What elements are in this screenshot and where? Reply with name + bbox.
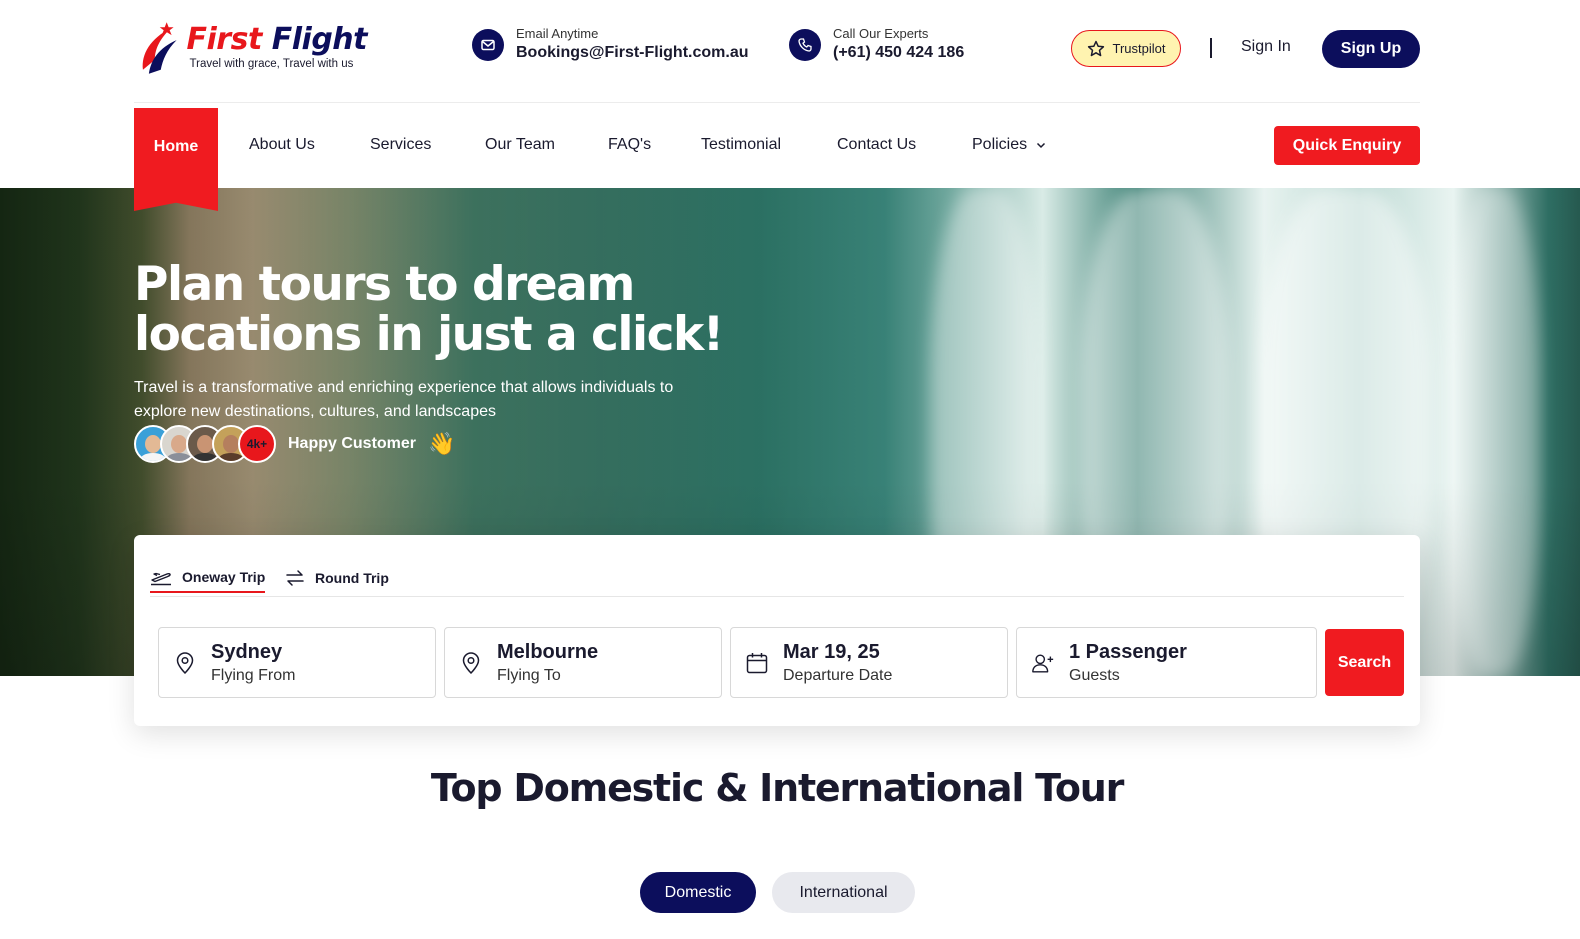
policies-label: Policies — [972, 136, 1028, 153]
nav-item-our-team[interactable]: Our Team — [485, 136, 555, 154]
tab-round-label: Round Trip — [315, 570, 389, 586]
header-divider — [1210, 38, 1212, 58]
brand-logo[interactable]: First Flight Travel with grace, Travel w… — [137, 18, 368, 80]
guests-label: Guests — [1069, 666, 1120, 684]
tab-round-trip[interactable]: Round Trip — [285, 563, 389, 593]
guests-value: 1 Passenger — [1069, 640, 1187, 663]
brand-name: First Flight — [186, 22, 368, 57]
swap-arrows-icon — [286, 570, 304, 586]
sign-in-link[interactable]: Sign In — [1241, 38, 1291, 56]
happy-customer-label: Happy Customer — [288, 435, 417, 452]
nav-item-about-us[interactable]: About Us — [249, 136, 315, 154]
add-user-icon — [1031, 651, 1055, 675]
hero-foam-4 — [1450, 188, 1540, 676]
hero-subtitle: Travel is a transformative and enriching… — [134, 379, 674, 420]
top-header: First Flight Travel with grace, Travel w… — [134, 0, 1420, 103]
location-pin-icon — [459, 651, 483, 675]
hero-title: Plan tours to dream locations in just a … — [134, 257, 724, 362]
sign-up-button[interactable]: Sign Up — [1322, 30, 1420, 68]
location-pin-icon — [173, 651, 197, 675]
flying-to-label: Flying To — [497, 666, 561, 684]
guests-field[interactable]: 1 Passenger Guests — [1016, 627, 1317, 698]
phone-icon — [789, 29, 821, 61]
waving-hand-icon: 👋 — [428, 431, 456, 456]
email-address[interactable]: Bookings@First-Flight.com.au — [516, 42, 749, 64]
tours-section-title: Top Domestic & International Tour — [430, 766, 1125, 810]
filter-international-button[interactable]: International — [772, 872, 915, 913]
tab-oneway-label: Oneway Trip — [182, 569, 266, 585]
calendar-icon — [745, 651, 769, 675]
departure-date-field[interactable]: Mar 19, 25 Departure Date — [730, 627, 1008, 698]
nav-item-contact-us[interactable]: Contact Us — [837, 136, 916, 154]
star-icon — [1087, 40, 1104, 56]
flying-to-field[interactable]: Melbourne Flying To — [444, 627, 722, 698]
nav-item-policies[interactable]: Policies — [972, 136, 1047, 154]
phone-number[interactable]: (+61) 450 424 186 — [833, 42, 964, 64]
mail-icon — [472, 29, 504, 61]
trustpilot-button[interactable]: Trustpilot — [1071, 30, 1181, 67]
flight-search-card: Oneway Trip Round Trip Sydney Flying Fro… — [134, 535, 1420, 726]
filter-domestic-button[interactable]: Domestic — [640, 872, 756, 913]
departure-date-label: Departure Date — [783, 666, 893, 684]
main-nav: Home About Us Services Our Team FAQ's Te… — [134, 104, 1420, 211]
flying-from-field[interactable]: Sydney Flying From — [158, 627, 436, 698]
phone-contact[interactable]: Call Our Experts (+61) 450 424 186 — [789, 26, 964, 64]
departure-date-value: Mar 19, 25 — [783, 640, 880, 663]
trip-type-tabs: Oneway Trip Round Trip — [150, 559, 1404, 597]
quick-enquiry-button[interactable]: Quick Enquiry — [1274, 126, 1420, 165]
email-label: Email Anytime — [516, 26, 599, 41]
flying-to-value: Melbourne — [497, 640, 599, 663]
brand-tagline: Travel with grace, Travel with us — [189, 58, 354, 70]
email-contact[interactable]: Email Anytime Bookings@First-Flight.com.… — [472, 26, 749, 64]
plane-takeoff-icon — [151, 572, 171, 586]
flying-from-label: Flying From — [211, 666, 296, 684]
happy-customers: 4k+ Happy Customer 👋 — [134, 424, 455, 464]
flying-from-value: Sydney — [211, 640, 283, 663]
nav-item-services[interactable]: Services — [370, 136, 431, 154]
logo-mark-icon — [142, 22, 177, 74]
nav-item-testimonial[interactable]: Testimonial — [701, 136, 781, 154]
search-button[interactable]: Search — [1325, 629, 1404, 696]
phone-label: Call Our Experts — [833, 26, 929, 41]
nav-item-faqs[interactable]: FAQ's — [608, 136, 651, 154]
nav-item-home[interactable]: Home — [134, 108, 218, 211]
customer-count-badge: 4k+ — [238, 425, 276, 463]
chevron-down-icon — [1037, 142, 1046, 149]
tab-oneway-trip[interactable]: Oneway Trip — [150, 563, 266, 593]
trustpilot-label: Trustpilot — [1112, 41, 1166, 56]
